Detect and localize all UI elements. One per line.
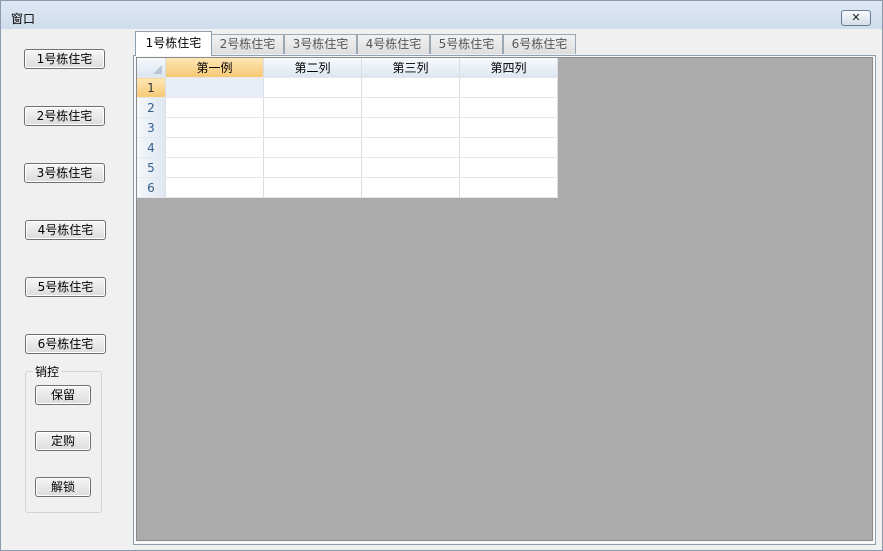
- grid-cell[interactable]: [263, 77, 362, 98]
- row-header[interactable]: 5: [137, 157, 166, 178]
- column-header-3[interactable]: 第三列: [361, 58, 460, 78]
- sales-control-label: 销控: [33, 363, 62, 380]
- app-window: 窗口 ✕ 1号栋住宅 2号栋住宅 3号栋住宅 4号栋住宅 5号栋住宅 6号栋住宅…: [0, 0, 883, 551]
- data-grid: 第一例 第二列 第三列 第四列 1 2 3 4 5 6: [137, 58, 558, 198]
- grid-cell[interactable]: [361, 177, 460, 198]
- table-row: 5: [137, 157, 558, 178]
- building-1-button[interactable]: 1号栋住宅: [24, 49, 105, 69]
- grid-cell[interactable]: [165, 157, 264, 178]
- row-header[interactable]: 3: [137, 117, 166, 138]
- grid-cell[interactable]: [361, 137, 460, 158]
- row-header[interactable]: 6: [137, 177, 166, 198]
- table-row: 3: [137, 117, 558, 138]
- grid-cell[interactable]: [459, 157, 558, 178]
- grid-cell[interactable]: [165, 177, 264, 198]
- tab-building-2[interactable]: 2号栋住宅: [211, 34, 284, 54]
- table-row: 2: [137, 97, 558, 118]
- title-bar[interactable]: 窗口 ✕: [1, 1, 882, 31]
- tab-panel: 第一例 第二列 第三列 第四列 1 2 3 4 5 6: [133, 55, 876, 545]
- building-6-button[interactable]: 6号栋住宅: [25, 334, 106, 354]
- grid-cell[interactable]: [165, 97, 264, 118]
- select-all-corner[interactable]: [137, 58, 166, 78]
- window-title: 窗口: [11, 12, 36, 26]
- tab-building-5[interactable]: 5号栋住宅: [430, 34, 503, 54]
- row-header[interactable]: 2: [137, 97, 166, 118]
- grid-cell[interactable]: [165, 77, 264, 98]
- grid-cell[interactable]: [263, 177, 362, 198]
- reserve-button[interactable]: 保留: [35, 385, 91, 405]
- row-header[interactable]: 1: [137, 77, 166, 98]
- grid-cell[interactable]: [459, 177, 558, 198]
- column-header-1[interactable]: 第一例: [165, 58, 264, 78]
- close-button[interactable]: ✕: [841, 10, 871, 26]
- grid-cell[interactable]: [263, 157, 362, 178]
- order-button[interactable]: 定购: [35, 431, 91, 451]
- tab-building-3[interactable]: 3号栋住宅: [284, 34, 357, 54]
- data-grid-area[interactable]: 第一例 第二列 第三列 第四列 1 2 3 4 5 6: [136, 57, 873, 541]
- building-5-button[interactable]: 5号栋住宅: [25, 277, 106, 297]
- table-row: 6: [137, 177, 558, 198]
- tab-building-4[interactable]: 4号栋住宅: [357, 34, 430, 54]
- grid-cell[interactable]: [263, 137, 362, 158]
- building-4-button[interactable]: 4号栋住宅: [25, 220, 106, 240]
- grid-cell[interactable]: [459, 137, 558, 158]
- unlock-button[interactable]: 解锁: [35, 477, 91, 497]
- grid-cell[interactable]: [459, 117, 558, 138]
- grid-cell[interactable]: [361, 97, 460, 118]
- building-2-button[interactable]: 2号栋住宅: [24, 106, 105, 126]
- grid-cell[interactable]: [263, 97, 362, 118]
- grid-cell[interactable]: [165, 117, 264, 138]
- grid-cell[interactable]: [459, 97, 558, 118]
- row-header[interactable]: 4: [137, 137, 166, 158]
- close-icon: ✕: [851, 11, 861, 24]
- grid-cell[interactable]: [361, 157, 460, 178]
- tab-building-1[interactable]: 1号栋住宅: [135, 31, 212, 56]
- building-3-button[interactable]: 3号栋住宅: [24, 163, 105, 183]
- select-all-icon: [153, 65, 162, 74]
- grid-cell[interactable]: [361, 77, 460, 98]
- column-header-4[interactable]: 第四列: [459, 58, 558, 78]
- table-row: 4: [137, 137, 558, 158]
- column-header-2[interactable]: 第二列: [263, 58, 362, 78]
- table-row: 1: [137, 77, 558, 98]
- grid-cell[interactable]: [263, 117, 362, 138]
- grid-cell[interactable]: [361, 117, 460, 138]
- grid-cell[interactable]: [459, 77, 558, 98]
- grid-cell[interactable]: [165, 137, 264, 158]
- client-area: 1号栋住宅 2号栋住宅 3号栋住宅 4号栋住宅 5号栋住宅 6号栋住宅 销控 保…: [7, 31, 876, 545]
- tab-building-6[interactable]: 6号栋住宅: [503, 34, 576, 54]
